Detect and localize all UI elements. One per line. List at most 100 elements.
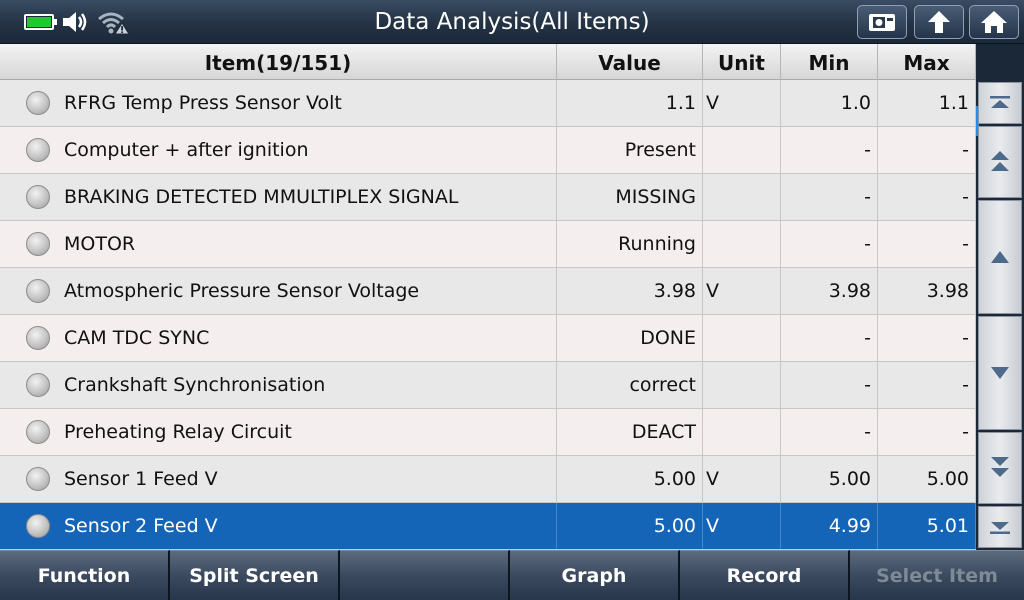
item-unit [703, 362, 781, 408]
item-value: Present [557, 127, 703, 173]
row-radio-icon[interactable] [26, 373, 50, 397]
item-min: - [781, 315, 878, 361]
screenshot-icon [869, 14, 895, 31]
line-down-icon [991, 367, 1009, 379]
table-header: Item(19/151) Value Unit Min Max [0, 44, 976, 80]
graph-button[interactable]: Graph [510, 550, 680, 600]
row-radio-icon[interactable] [26, 138, 50, 162]
back-icon [928, 11, 950, 33]
table-row-selected[interactable]: Sensor 2 Feed V 5.00 V 4.99 5.01 [0, 503, 976, 550]
table-row[interactable]: RFRG Temp Press Sensor Volt 1.1 V 1.0 1.… [0, 80, 976, 127]
scroll-column [976, 44, 1024, 550]
item-unit [703, 315, 781, 361]
row-radio-icon[interactable] [26, 467, 50, 491]
select-item-button[interactable]: Select Item [850, 550, 1024, 600]
title-bar: Data Analysis(All Items) [0, 0, 1024, 44]
item-value: 3.98 [557, 268, 703, 314]
item-min: - [781, 174, 878, 220]
item-min: 4.99 [781, 503, 878, 549]
row-radio-icon[interactable] [26, 279, 50, 303]
item-max: 1.1 [878, 80, 976, 126]
line-up-button[interactable] [978, 200, 1022, 314]
item-unit [703, 127, 781, 173]
item-name: MOTOR [64, 233, 136, 255]
table-body: RFRG Temp Press Sensor Volt 1.1 V 1.0 1.… [0, 80, 976, 550]
line-down-button[interactable] [978, 316, 1022, 430]
line-up-icon [991, 251, 1009, 263]
item-value: DONE [557, 315, 703, 361]
item-max: - [878, 409, 976, 455]
item-name: Sensor 1 Feed V [64, 468, 218, 490]
home-icon [981, 11, 1007, 33]
column-header-item[interactable]: Item(19/151) [0, 44, 557, 80]
row-radio-icon[interactable] [26, 326, 50, 350]
data-table: Item(19/151) Value Unit Min Max RFRG Tem… [0, 44, 976, 550]
item-unit: V [703, 268, 781, 314]
page-up-icon [991, 151, 1009, 171]
page-up-button[interactable] [978, 126, 1022, 198]
item-value: Running [557, 221, 703, 267]
scroll-bottom-icon [990, 522, 1010, 534]
item-max: - [878, 315, 976, 361]
item-min: 3.98 [781, 268, 878, 314]
column-header-unit[interactable]: Unit [703, 44, 781, 80]
item-value: 1.1 [557, 80, 703, 126]
item-name: RFRG Temp Press Sensor Volt [64, 92, 342, 114]
item-unit [703, 174, 781, 220]
column-header-max[interactable]: Max [878, 44, 976, 80]
function-button[interactable]: Function [0, 550, 170, 600]
home-button[interactable] [969, 5, 1019, 39]
table-row[interactable]: Computer + after ignition Present - - [0, 127, 976, 174]
item-max: - [878, 362, 976, 408]
item-max: 5.01 [878, 503, 976, 549]
item-value: 5.00 [557, 456, 703, 502]
table-row[interactable]: CAM TDC SYNC DONE - - [0, 315, 976, 362]
item-name: BRAKING DETECTED MMULTIPLEX SIGNAL [64, 186, 459, 208]
item-name: Sensor 2 Feed V [64, 515, 218, 537]
row-radio-icon[interactable] [26, 514, 50, 538]
page-down-icon [991, 457, 1009, 477]
item-unit [703, 409, 781, 455]
item-unit: V [703, 503, 781, 549]
split-screen-button[interactable]: Split Screen [170, 550, 340, 600]
item-max: - [878, 221, 976, 267]
row-radio-icon[interactable] [26, 91, 50, 115]
scroll-bottom-button[interactable] [978, 506, 1022, 548]
row-radio-icon[interactable] [26, 420, 50, 444]
item-value: 5.00 [557, 503, 703, 549]
item-min: 5.00 [781, 456, 878, 502]
bottom-toolbar: Function Split Screen Graph Record Selec… [0, 550, 1024, 600]
item-max: 5.00 [878, 456, 976, 502]
item-min: - [781, 127, 878, 173]
item-name: Crankshaft Synchronisation [64, 374, 326, 396]
row-radio-icon[interactable] [26, 232, 50, 256]
empty-button[interactable] [340, 550, 510, 600]
back-button[interactable] [914, 5, 964, 39]
item-max: - [878, 127, 976, 173]
table-row[interactable]: Preheating Relay Circuit DEACT - - [0, 409, 976, 456]
item-value: DEACT [557, 409, 703, 455]
column-header-min[interactable]: Min [781, 44, 878, 80]
screenshot-button[interactable] [857, 5, 907, 39]
scroll-top-button[interactable] [978, 82, 1022, 124]
item-min: 1.0 [781, 80, 878, 126]
item-value: MISSING [557, 174, 703, 220]
column-header-value[interactable]: Value [557, 44, 703, 80]
table-row[interactable]: Crankshaft Synchronisation correct - - [0, 362, 976, 409]
page-down-button[interactable] [978, 432, 1022, 504]
item-name: Atmospheric Pressure Sensor Voltage [64, 280, 420, 302]
record-button[interactable]: Record [680, 550, 850, 600]
table-row[interactable]: Sensor 1 Feed V 5.00 V 5.00 5.00 [0, 456, 976, 503]
item-max: - [878, 174, 976, 220]
table-row[interactable]: Atmospheric Pressure Sensor Voltage 3.98… [0, 268, 976, 315]
scroll-top-icon [990, 96, 1010, 108]
item-value: correct [557, 362, 703, 408]
row-radio-icon[interactable] [26, 185, 50, 209]
item-min: - [781, 362, 878, 408]
table-row[interactable]: BRAKING DETECTED MMULTIPLEX SIGNAL MISSI… [0, 174, 976, 221]
item-unit: V [703, 80, 781, 126]
item-name: CAM TDC SYNC [64, 327, 210, 349]
item-min: - [781, 221, 878, 267]
item-unit [703, 221, 781, 267]
table-row[interactable]: MOTOR Running - - [0, 221, 976, 268]
